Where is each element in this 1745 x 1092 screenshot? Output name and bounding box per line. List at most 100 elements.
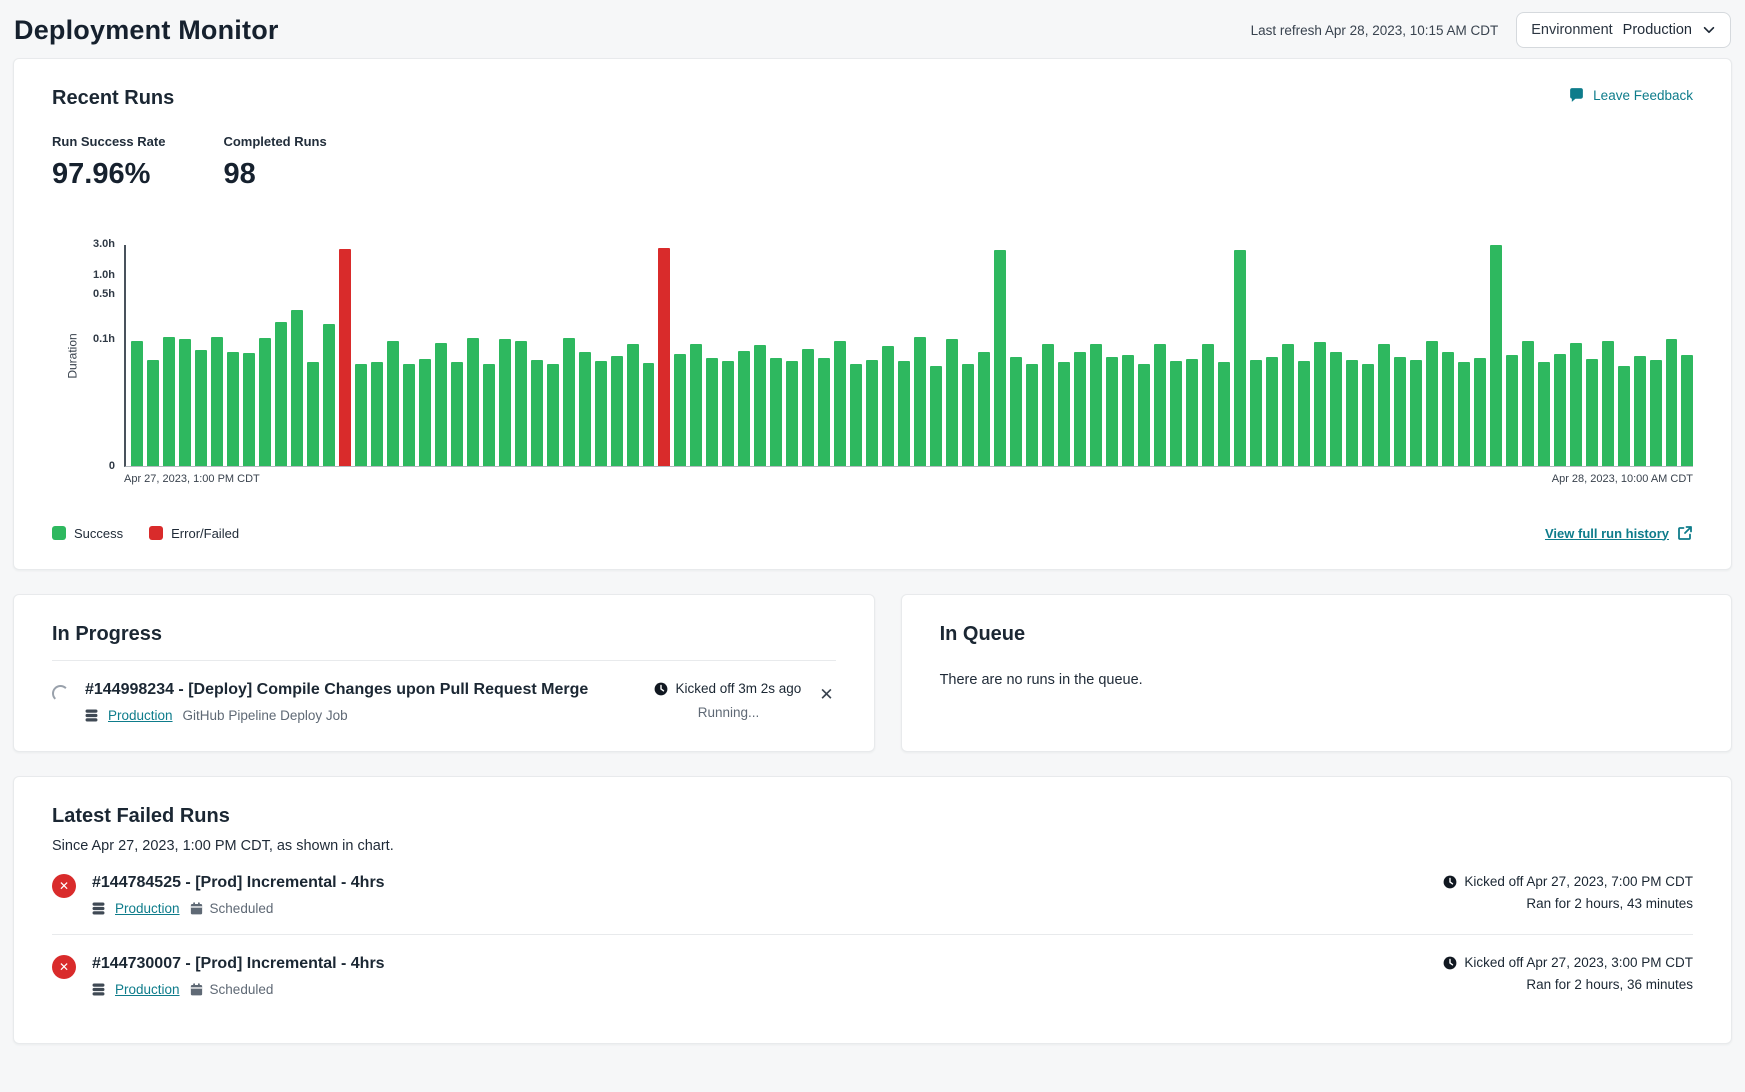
run-bar-success[interactable] (1634, 356, 1646, 466)
run-bar-success[interactable] (1042, 344, 1054, 466)
run-bar-success[interactable] (243, 353, 255, 466)
run-bar-success[interactable] (643, 363, 655, 466)
run-bar-success[interactable] (1474, 358, 1486, 466)
run-bar-success[interactable] (131, 341, 143, 466)
run-bar-success[interactable] (595, 361, 607, 466)
run-bar-success[interactable] (1490, 245, 1502, 466)
run-bar-success[interactable] (1202, 344, 1214, 466)
run-bar-success[interactable] (147, 360, 159, 466)
run-bar-success[interactable] (834, 341, 846, 466)
run-bar-success[interactable] (259, 338, 271, 466)
run-bar-success[interactable] (403, 364, 415, 466)
run-bar-success[interactable] (1170, 361, 1182, 466)
run-bar-success[interactable] (1090, 344, 1102, 466)
run-bar-success[interactable] (706, 358, 718, 466)
close-icon[interactable]: ✕ (817, 684, 835, 705)
run-bar-success[interactable] (1554, 354, 1566, 466)
run-bar-success[interactable] (547, 364, 559, 466)
run-bar-success[interactable] (1314, 342, 1326, 466)
environment-link[interactable]: Production (115, 982, 180, 997)
run-bar-success[interactable] (195, 350, 207, 466)
run-bar-success[interactable] (435, 343, 447, 466)
run-bar-failed[interactable] (339, 249, 351, 466)
run-bar-success[interactable] (323, 324, 335, 466)
run-bar-success[interactable] (1138, 364, 1150, 466)
run-bar-success[interactable] (946, 339, 958, 466)
run-bar-success[interactable] (1010, 357, 1022, 466)
run-bar-success[interactable] (1378, 344, 1390, 466)
run-bar-success[interactable] (914, 337, 926, 466)
run-bar-failed[interactable] (658, 248, 670, 466)
run-bar-success[interactable] (467, 338, 479, 466)
run-bar-success[interactable] (1618, 366, 1630, 466)
run-bar-success[interactable] (994, 250, 1006, 466)
run-bar-success[interactable] (1650, 360, 1662, 466)
run-bar-success[interactable] (227, 352, 239, 466)
run-bar-success[interactable] (627, 344, 639, 466)
run-bar-success[interactable] (674, 354, 686, 466)
run-bar-success[interactable] (882, 346, 894, 466)
run-bar-success[interactable] (786, 361, 798, 466)
run-bar-success[interactable] (387, 341, 399, 466)
run-bar-success[interactable] (1026, 364, 1038, 466)
run-bar-success[interactable] (291, 310, 303, 466)
run-bar-success[interactable] (275, 322, 287, 466)
run-bar-success[interactable] (1154, 344, 1166, 466)
run-bar-success[interactable] (1266, 357, 1278, 466)
run-bar-success[interactable] (1681, 355, 1693, 466)
run-bar-success[interactable] (419, 359, 431, 466)
run-bar-success[interactable] (930, 366, 942, 466)
run-bar-success[interactable] (371, 362, 383, 466)
run-bar-success[interactable] (483, 364, 495, 466)
run-bar-success[interactable] (1666, 339, 1678, 466)
run-bar-success[interactable] (818, 358, 830, 466)
run-bar-success[interactable] (451, 362, 463, 466)
run-bar-success[interactable] (1522, 341, 1534, 466)
run-bar-success[interactable] (1410, 360, 1422, 466)
run-bar-success[interactable] (738, 351, 750, 466)
run-bar-success[interactable] (515, 341, 527, 466)
run-bar-success[interactable] (1330, 352, 1342, 466)
run-bar-success[interactable] (1362, 364, 1374, 466)
run-bar-success[interactable] (1234, 250, 1246, 466)
run-bar-success[interactable] (163, 337, 175, 466)
environment-dropdown[interactable]: Environment Production (1516, 12, 1731, 48)
run-bar-success[interactable] (1442, 352, 1454, 466)
run-bar-success[interactable] (1346, 360, 1358, 466)
run-bar-success[interactable] (1602, 341, 1614, 466)
environment-link[interactable]: Production (108, 708, 173, 723)
environment-link[interactable]: Production (115, 901, 180, 916)
run-bar-success[interactable] (962, 364, 974, 466)
run-bar-success[interactable] (722, 361, 734, 466)
run-bar-success[interactable] (690, 344, 702, 466)
run-bar-success[interactable] (579, 352, 591, 466)
run-bar-success[interactable] (1570, 343, 1582, 466)
run-bar-success[interactable] (531, 360, 543, 466)
view-full-run-history-link[interactable]: View full run history (1545, 525, 1693, 541)
run-bar-success[interactable] (770, 358, 782, 466)
run-bar-success[interactable] (1282, 344, 1294, 466)
run-bar-success[interactable] (355, 364, 367, 466)
run-bar-success[interactable] (1106, 357, 1118, 466)
run-bar-success[interactable] (1074, 352, 1086, 466)
run-bar-success[interactable] (1586, 359, 1598, 466)
run-bar-success[interactable] (754, 345, 766, 466)
run-bar-success[interactable] (563, 338, 575, 466)
run-bar-success[interactable] (1250, 360, 1262, 466)
run-bar-success[interactable] (850, 364, 862, 466)
run-bar-success[interactable] (1394, 357, 1406, 466)
run-bar-success[interactable] (1426, 341, 1438, 466)
run-bar-success[interactable] (802, 349, 814, 466)
run-bar-success[interactable] (1538, 362, 1550, 466)
run-bar-success[interactable] (1058, 362, 1070, 466)
run-bar-success[interactable] (898, 361, 910, 466)
run-bar-success[interactable] (978, 352, 990, 466)
run-bar-success[interactable] (307, 362, 319, 466)
run-bar-success[interactable] (179, 339, 191, 466)
run-bar-success[interactable] (1506, 355, 1518, 466)
run-bar-success[interactable] (611, 356, 623, 466)
run-bar-success[interactable] (211, 337, 223, 466)
run-bar-success[interactable] (1218, 362, 1230, 466)
run-bar-success[interactable] (1298, 361, 1310, 466)
run-bar-success[interactable] (1458, 362, 1470, 466)
